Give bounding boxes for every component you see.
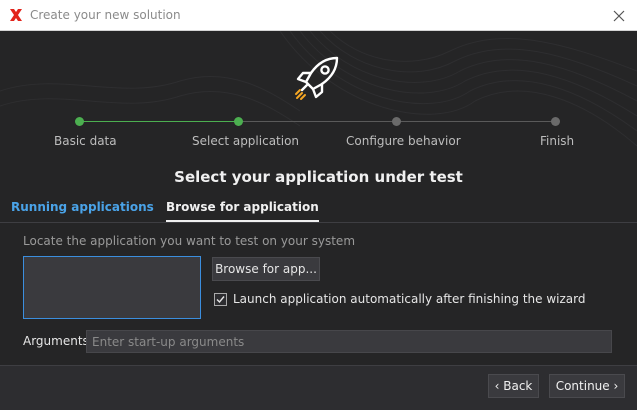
app-logo-icon [10,9,22,21]
arguments-label: Arguments [23,334,89,348]
checkmark-icon [216,296,225,304]
wizard-header: Basic data Select application Configure … [0,31,637,211]
browse-for-app-button[interactable]: Browse for app... [212,257,320,281]
title-bar: Create your new solution [0,0,637,31]
window-title: Create your new solution [30,8,181,22]
close-button[interactable] [607,4,631,28]
progress-line-done [80,121,238,122]
locate-instructions: Locate the application you want to test … [23,234,356,248]
step-dot-finish [551,117,560,126]
step-dot-select-application [234,117,243,126]
step-label-finish: Finish [540,134,575,148]
step-label-basic-data: Basic data [54,134,117,148]
step-label-configure-behavior: Configure behavior [346,134,461,148]
rocket-icon [295,56,339,100]
launch-automatically-checkbox[interactable] [214,293,227,306]
step-label-select-application: Select application [192,134,300,148]
tab-running-applications[interactable]: Running applications [11,196,154,220]
step-dot-configure-behavior [392,117,401,126]
page-title: Select your application under test [174,168,463,186]
application-preview [23,256,201,319]
wizard-footer: ‹ Back Continue › [0,365,637,410]
arguments-input[interactable] [86,330,612,353]
step-dot-basic-data [75,117,84,126]
launch-automatically-label[interactable]: Launch application automatically after f… [233,292,585,306]
browse-panel: Locate the application you want to test … [0,223,637,365]
tab-bar: Running applications Browse for applicat… [0,196,637,223]
close-icon[interactable] [613,10,625,22]
back-button[interactable]: ‹ Back [488,374,539,398]
continue-button[interactable]: Continue › [549,374,625,398]
tab-browse-for-application[interactable]: Browse for application [166,196,319,222]
wizard-window: Create your new solution Basic data Sele… [0,0,637,410]
